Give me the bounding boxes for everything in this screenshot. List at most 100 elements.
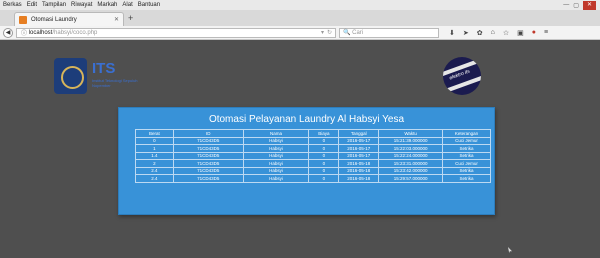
maximize-icon[interactable]: ▢ (573, 2, 579, 9)
home-icon[interactable]: ⌂ (491, 29, 495, 37)
new-tab-icon[interactable]: + (128, 13, 133, 23)
bookmark-star-icon[interactable]: ☆ (503, 29, 509, 37)
back-button[interactable]: ◀ (3, 27, 13, 38)
extension-icon[interactable]: ● (532, 29, 536, 37)
cell-tanggal: 2016-05-17 (338, 144, 380, 153)
tab-title: Otomasi Laundry (31, 16, 77, 23)
cell-biaya: 0 (308, 159, 340, 168)
menu-berkas[interactable]: Berkas (3, 2, 22, 8)
cell-keterangan: Cuci Jemur (442, 159, 491, 168)
cell-id: 71CD43D5 (172, 159, 244, 168)
column-header-tanggal: Tanggal (338, 129, 380, 138)
tab-close-icon[interactable]: ✕ (114, 16, 119, 23)
cell-tanggal: 2016-05-18 (338, 174, 380, 183)
cell-biaya: 0 (308, 136, 340, 145)
cell-nama: Habsyi (242, 166, 310, 175)
its-logo: ITS Institut Teknologi Sepuluh Nopember (54, 58, 154, 102)
cell-tanggal: 2016-05-17 (338, 151, 380, 160)
page-content: ITS Institut Teknologi Sepuluh Nopember … (0, 41, 600, 258)
download-icon[interactable]: ⬇ (449, 29, 455, 37)
cell-biaya: 0 (308, 144, 340, 153)
menu-alat[interactable]: Alat (122, 2, 132, 8)
cell-tanggal: 2016-05-17 (338, 136, 380, 145)
url-host: localhost (28, 29, 53, 36)
column-header-berat: Berat (135, 129, 174, 138)
cell-id: 71CD43D5 (172, 174, 244, 183)
cell-biaya: 0 (308, 174, 340, 183)
info-icon: ⓘ (21, 31, 29, 37)
cell-id: 71CD43D5 (172, 166, 244, 175)
cell-berat: 2 (135, 159, 174, 168)
cell-waktu: 15:23:31.000000 (378, 159, 444, 168)
table-row: 2 71CD43D5 Habsyi 0 2016-05-18 15:23:31.… (135, 159, 491, 168)
cell-berat: 1 (135, 144, 174, 153)
reload-icon[interactable]: ↻ (327, 29, 332, 36)
table-row: 1 71CD43D5 Habsyi 0 2016-05-17 15:22:03.… (135, 144, 491, 153)
url-tools: ▾ ↻ (321, 29, 332, 36)
library-icon[interactable]: ▣ (517, 29, 524, 37)
cell-keterangan: Cuci Jemur (442, 136, 491, 145)
cell-biaya: 0 (308, 151, 340, 160)
column-header-nama: Nama (242, 129, 310, 138)
card-title: Otomasi Pelayanan Laundry Al Habsyi Yesa (208, 114, 405, 125)
cell-nama: Habsyi (242, 174, 310, 183)
favicon-icon (19, 15, 27, 24)
cell-id: 71CD43D5 (172, 144, 244, 153)
column-header-id: ID (172, 129, 244, 138)
column-header-keterangan: Keterangan (442, 129, 491, 138)
table-header-row: Berat ID Nama Biaya Tanggal Waktu Ketera… (135, 129, 491, 138)
table-row: 2.4 71CD43D5 Habsyi 0 2016-05-18 15:23:4… (135, 166, 491, 175)
nav-bar: ◀ ⓘ localhost/habsyi/coco.php ▾ ↻ 🔍 Cari… (0, 26, 600, 40)
table-row: 0 71CD43D5 Habsyi 0 2016-05-17 15:21:39.… (135, 136, 491, 145)
laundry-card: Otomasi Pelayanan Laundry Al Habsyi Yesa… (118, 107, 495, 215)
address-bar[interactable]: ⓘ localhost/habsyi/coco.php ▾ ↻ (16, 27, 336, 38)
cell-biaya: 0 (308, 166, 340, 175)
cell-keterangan: Setrika (442, 166, 491, 175)
url-path: /habsyi/coco.php (52, 29, 98, 36)
cell-nama: Habsyi (242, 151, 310, 160)
send-icon[interactable]: ➤ (463, 29, 469, 37)
tab-bar: Otomasi Laundry ✕ + (0, 10, 600, 26)
column-header-waktu: Waktu (378, 129, 444, 138)
column-header-biaya: Biaya (308, 129, 340, 138)
cell-berat: 2.4 (135, 166, 174, 175)
its-seal-icon (54, 58, 87, 94)
cell-berat: 2.4 (135, 174, 174, 183)
cell-tanggal: 2016-05-18 (338, 159, 380, 168)
cell-berat: 1.4 (135, 151, 174, 160)
search-placeholder: Cari (352, 29, 364, 36)
its-logo-subtitle: Institut Teknologi Sepuluh Nopember (92, 78, 138, 88)
menu-bar: Berkas Edit Tampilan Riwayat Markah Alat… (0, 0, 600, 10)
cell-tanggal: 2016-05-18 (338, 166, 380, 175)
dropdown-icon[interactable]: ▾ (321, 29, 324, 36)
cell-id: 71CD43D5 (172, 151, 244, 160)
window-controls: — ▢ ✕ (563, 0, 596, 10)
cell-keterangan: Setrika (442, 174, 491, 183)
cell-waktu: 15:22:03.000000 (378, 144, 444, 153)
cell-nama: Habsyi (242, 144, 310, 153)
menu-riwayat[interactable]: Riwayat (71, 2, 92, 8)
cell-id: 71CD43D5 (172, 136, 244, 145)
addon-icon[interactable]: ✿ (477, 29, 483, 37)
close-window-icon[interactable]: ✕ (582, 0, 596, 10)
search-input[interactable]: 🔍 Cari (339, 27, 439, 38)
elektro-globe-logo: elektro its (443, 57, 481, 95)
search-icon: 🔍 (343, 30, 353, 36)
cell-waktu: 15:23:42.000000 (378, 166, 444, 175)
cell-keterangan: Setrika (442, 144, 491, 153)
menu-edit[interactable]: Edit (27, 2, 37, 8)
table-row: 2.4 71CD43D5 Habsyi 0 2016-05-18 15:29:5… (135, 174, 491, 183)
toolbar-icons: ⬇ ➤ ✿ ⌂ ☆ ▣ ● ≡ (449, 29, 548, 37)
cell-nama: Habsyi (242, 159, 310, 168)
tab-otomasi-laundry[interactable]: Otomasi Laundry ✕ (14, 12, 124, 26)
menu-markah[interactable]: Markah (97, 2, 117, 8)
cell-waktu: 15:29:57.000000 (378, 174, 444, 183)
menu-tampilan[interactable]: Tampilan (42, 2, 66, 8)
cell-waktu: 15:22:24.000000 (378, 151, 444, 160)
cell-waktu: 15:21:39.000000 (378, 136, 444, 145)
minimize-icon[interactable]: — (563, 2, 569, 8)
its-logo-text: ITS (92, 60, 116, 77)
menu-bantuan[interactable]: Bantuan (138, 2, 160, 8)
menu-hamburger-icon[interactable]: ≡ (544, 29, 548, 37)
cell-berat: 0 (135, 136, 174, 145)
